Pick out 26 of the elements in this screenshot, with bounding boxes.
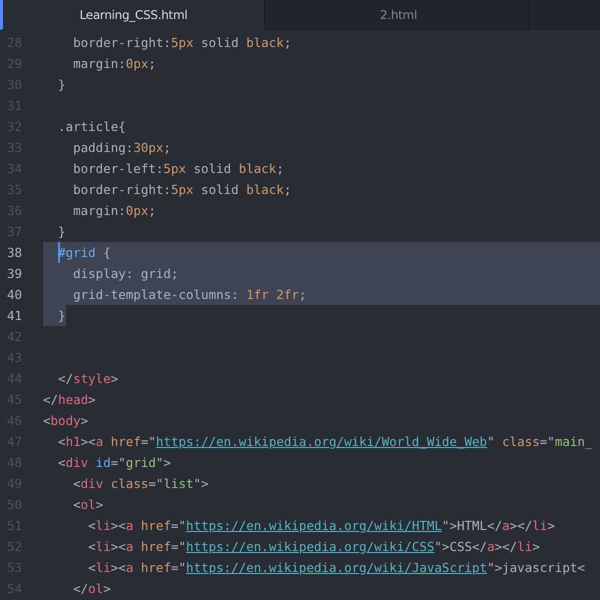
- code-line: .article{: [57, 118, 127, 136]
- code-line: margin:0px;: [72, 202, 157, 220]
- line-number: 39: [6, 266, 22, 281]
- code-line: <div class="list">: [72, 475, 210, 493]
- code-line: border-right:5px solid black;: [72, 181, 292, 199]
- code-line: <li><a href="https://en.wikipedia.org/wiki/JavaScript">javascript<: [87, 559, 586, 577]
- code-line: <li><a href="https://en.wikipedia.org/wiki/HTML">HTML</a></li>: [87, 517, 556, 535]
- code-line: }: [57, 223, 67, 241]
- code-line: <li><a href="https://en.wikipedia.org/wiki/CSS">CSS</a></li>: [87, 538, 541, 556]
- code-line: <div id="grid">: [57, 454, 172, 472]
- line-number: 41: [6, 308, 22, 323]
- code-line: margin:0px;: [72, 55, 157, 73]
- code-line: <ol>: [72, 496, 104, 514]
- file-tab[interactable]: 2.html: [265, 0, 530, 30]
- code-line: border-left:5px solid black;: [72, 160, 285, 178]
- code-line: </ol>: [72, 580, 112, 598]
- code-line: padding:30px;: [72, 139, 172, 157]
- code-line: <body>: [43, 412, 90, 430]
- code-line: border-right:5px solid black;: [72, 34, 292, 52]
- file-tab[interactable]: Learning_CSS.html: [0, 0, 265, 30]
- line-number: 38: [6, 245, 22, 260]
- code-line: }: [57, 76, 67, 94]
- code-line: </style>: [57, 370, 120, 388]
- code-line: <h1><a href="https://en.wikipedia.org/wiki/World_Wide_Web" class="main_: [57, 433, 594, 451]
- line-number: 40: [6, 287, 22, 302]
- code-line: </head>: [43, 391, 97, 409]
